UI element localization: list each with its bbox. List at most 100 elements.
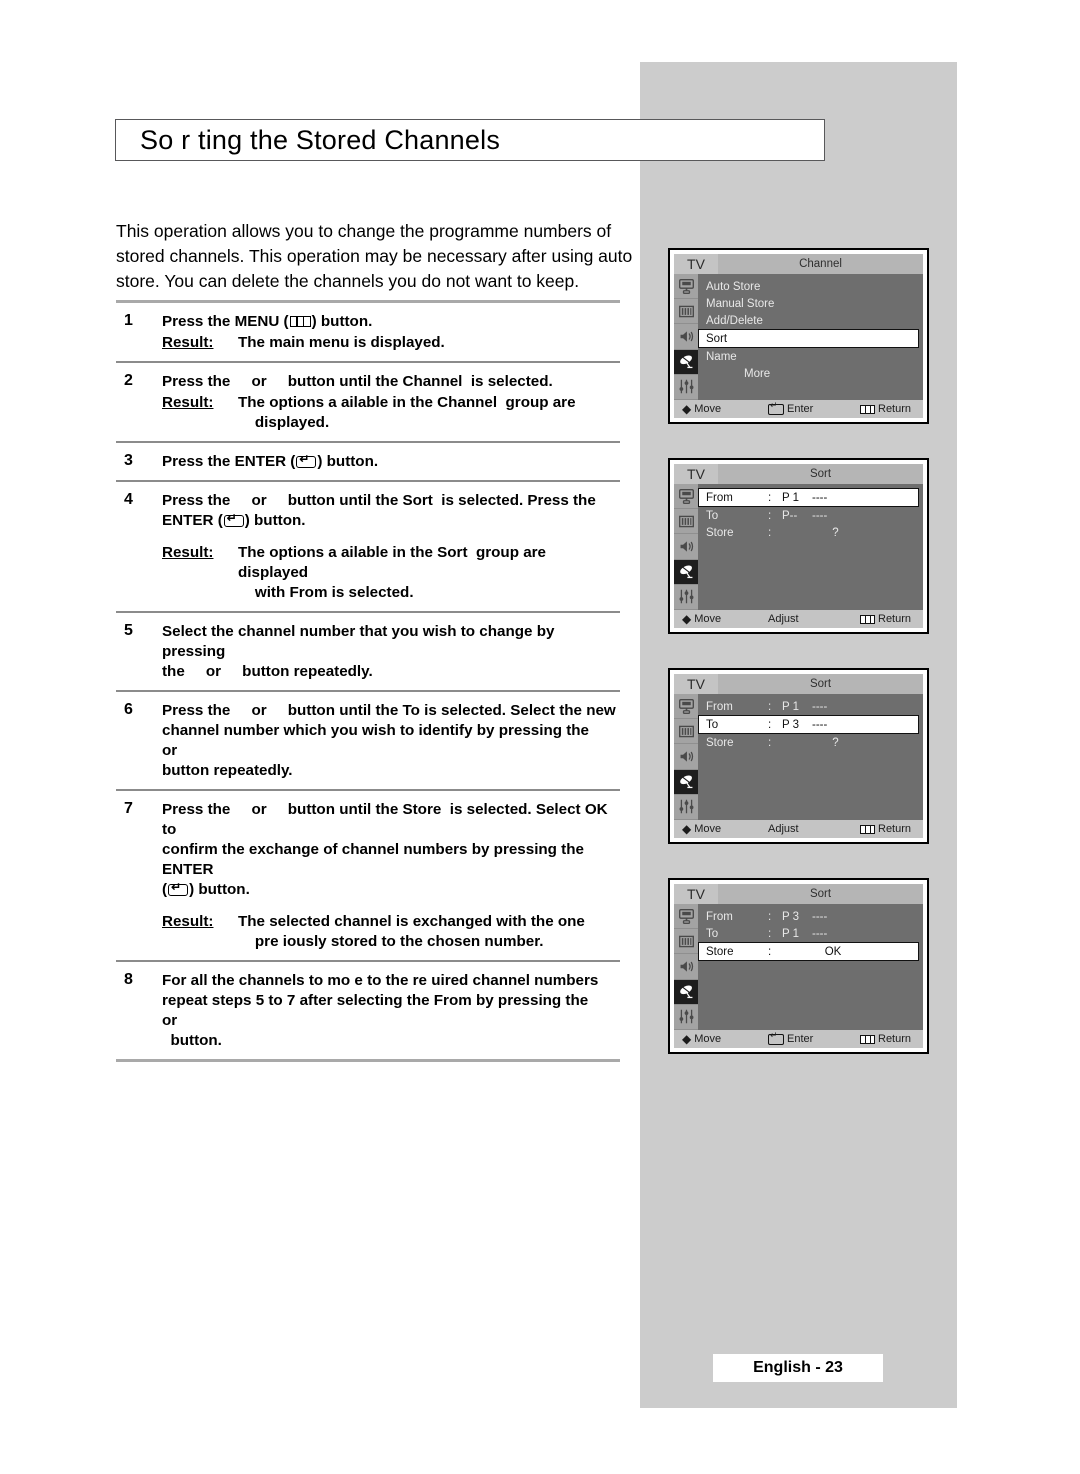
- step-text-end: ) button.: [189, 881, 250, 898]
- step-text: Press the or button until the To is sele…: [162, 702, 616, 779]
- menu-option-selected[interactable]: Sort: [698, 329, 919, 348]
- enter-icon: [768, 1031, 784, 1045]
- step-text: Select the channel number that you wish …: [162, 623, 555, 680]
- step-item: 3 Press the ENTER ( ) button.: [116, 443, 620, 480]
- menu-option[interactable]: More: [698, 365, 923, 382]
- step-number: 7: [124, 800, 133, 817]
- osd-titlebar: TV Channel: [674, 254, 923, 274]
- osd-footer-middle-label: Adjust: [768, 823, 799, 835]
- menu-option[interactable]: Manual Store: [698, 295, 923, 312]
- picture-bars-icon[interactable]: [674, 299, 698, 325]
- picture-bars-icon[interactable]: [674, 509, 698, 535]
- sort-row-dashes: ----: [812, 491, 828, 504]
- osd-panel: TV Sort From: P 1 ---- To: P-- ---- Store:? ◆ Move…: [674, 464, 923, 628]
- osd-content: From: P 1 ---- To: P-- ---- Store:?: [698, 484, 923, 610]
- menu-option[interactable]: Name: [698, 348, 923, 365]
- step-number: 6: [124, 701, 133, 718]
- satellite-dish-icon[interactable]: [674, 559, 698, 585]
- osd-footer-return-label: Return: [878, 613, 912, 625]
- sort-row[interactable]: To: P 1 ----: [698, 925, 923, 942]
- result-text: The options a ailable in the Channel gro…: [238, 394, 576, 431]
- step-text: Press the or button until the Channel is…: [162, 373, 553, 390]
- osd-source-label: TV: [674, 464, 718, 484]
- osd-footer-return: Return: [860, 403, 911, 415]
- osd-main: Auto Store Manual Store Add/Delete Sort Name…: [674, 274, 923, 401]
- osd-footer-move: ◆ Move: [682, 613, 768, 626]
- result-label: Result:: [162, 913, 214, 930]
- enter-button-icon: [296, 453, 317, 468]
- step-text-cont: ENTER (: [162, 512, 223, 529]
- step-body: Press the or button until the Channel is…: [162, 372, 620, 433]
- sort-row-selected[interactable]: To: P 3 ----: [698, 715, 919, 734]
- speaker-icon[interactable]: [674, 954, 698, 980]
- sort-row-dashes: ----: [812, 509, 828, 522]
- sort-row-dashes: ----: [812, 700, 828, 713]
- sort-row-value: OK: [824, 945, 842, 958]
- menu-option[interactable]: Add/Delete: [698, 312, 923, 329]
- osd-content: Auto Store Manual Store Add/Delete Sort Name…: [698, 274, 923, 400]
- osd-footer-middle: Enter: [768, 401, 860, 415]
- result-label: Result:: [162, 394, 214, 411]
- menu-button-icon: [289, 316, 311, 327]
- result-text: The main menu is displayed.: [238, 334, 445, 351]
- step-body: For all the channels to mo e to the re u…: [162, 971, 620, 1051]
- picture-tube-icon[interactable]: [674, 694, 698, 720]
- menu-icon: [860, 614, 875, 624]
- setup-sliders-icon[interactable]: [674, 375, 698, 401]
- picture-tube-icon[interactable]: [674, 484, 698, 510]
- satellite-dish-icon[interactable]: [674, 769, 698, 795]
- step-text: For all the channels to mo e to the re u…: [162, 972, 599, 1049]
- picture-tube-icon[interactable]: [674, 274, 698, 300]
- step-body: Press the or button until the Sort is se…: [162, 491, 620, 603]
- tv-screen-1: TV Channel Auto Store Manual Store Add/Delet…: [668, 248, 929, 424]
- osd-footer-return: Return: [860, 823, 911, 835]
- sort-row-colon: :: [768, 736, 772, 749]
- osd-titlebar: TV Sort: [674, 674, 923, 694]
- step-text-cont: ) button.: [317, 453, 379, 470]
- sort-row-selected[interactable]: Store: OK: [698, 942, 919, 961]
- sort-row[interactable]: Store:?: [698, 734, 923, 751]
- osd-footer-move-label: Move: [694, 403, 722, 415]
- picture-tube-icon[interactable]: [674, 904, 698, 930]
- sort-row[interactable]: To: P-- ----: [698, 507, 923, 524]
- satellite-dish-icon[interactable]: [674, 979, 698, 1005]
- picture-bars-icon[interactable]: [674, 929, 698, 955]
- satellite-dish-icon[interactable]: [674, 349, 698, 375]
- step-item: 4 Press the or button until the Sort is …: [116, 482, 620, 611]
- sort-row-label: Store: [706, 736, 734, 749]
- sort-row[interactable]: From: P 1 ----: [698, 698, 923, 715]
- sort-row-dashes: ----: [812, 718, 828, 731]
- sort-row[interactable]: Store:?: [698, 524, 923, 541]
- enter-icon: [768, 401, 784, 415]
- osd-footer-middle: Adjust: [768, 613, 860, 625]
- speaker-icon[interactable]: [674, 324, 698, 350]
- osd-footer: ◆Move Enter Return: [674, 400, 923, 418]
- osd-main: From: P 1 ---- To: P-- ---- Store:?: [674, 484, 923, 611]
- step-text: Press the ENTER (: [162, 453, 296, 470]
- up-down-arrows-icon: ◆: [682, 1031, 692, 1046]
- step-body: Select the channel number that you wish …: [162, 622, 620, 682]
- sort-row[interactable]: From: P 3 ----: [698, 908, 923, 925]
- step-number: 4: [124, 491, 133, 508]
- sort-row-selected[interactable]: From: P 1 ----: [698, 488, 919, 507]
- osd-footer-return: Return: [860, 613, 911, 625]
- osd-footer-move-label: Move: [694, 1033, 722, 1045]
- setup-sliders-icon[interactable]: [674, 1005, 698, 1031]
- step-item: 8 For all the channels to mo e to the re…: [116, 962, 620, 1059]
- setup-sliders-icon[interactable]: [674, 795, 698, 821]
- up-down-arrows-icon: ◆: [682, 401, 692, 416]
- tv-screen-2: TV Sort From: P 1 ---- To: P-- ---- Store:? ◆ Move…: [668, 458, 929, 634]
- step-body: Press the or button until the To is sele…: [162, 701, 620, 781]
- menu-option[interactable]: Auto Store: [698, 278, 923, 295]
- osd-footer-middle: Enter: [768, 1031, 860, 1045]
- osd-sidebar: [674, 694, 698, 821]
- setup-sliders-icon[interactable]: [674, 585, 698, 611]
- step-text-cont: (: [162, 881, 168, 898]
- step-item: 7 Press the or button until the Store is…: [116, 791, 620, 960]
- speaker-icon[interactable]: [674, 534, 698, 560]
- step-body: Press the ENTER ( ) button.: [162, 452, 620, 472]
- osd-panel: TV Sort From: P 1 ---- To: P 3 ---- Store:? ◆ Move…: [674, 674, 923, 838]
- picture-bars-icon[interactable]: [674, 719, 698, 745]
- speaker-icon[interactable]: [674, 744, 698, 770]
- step-number: 3: [124, 452, 133, 469]
